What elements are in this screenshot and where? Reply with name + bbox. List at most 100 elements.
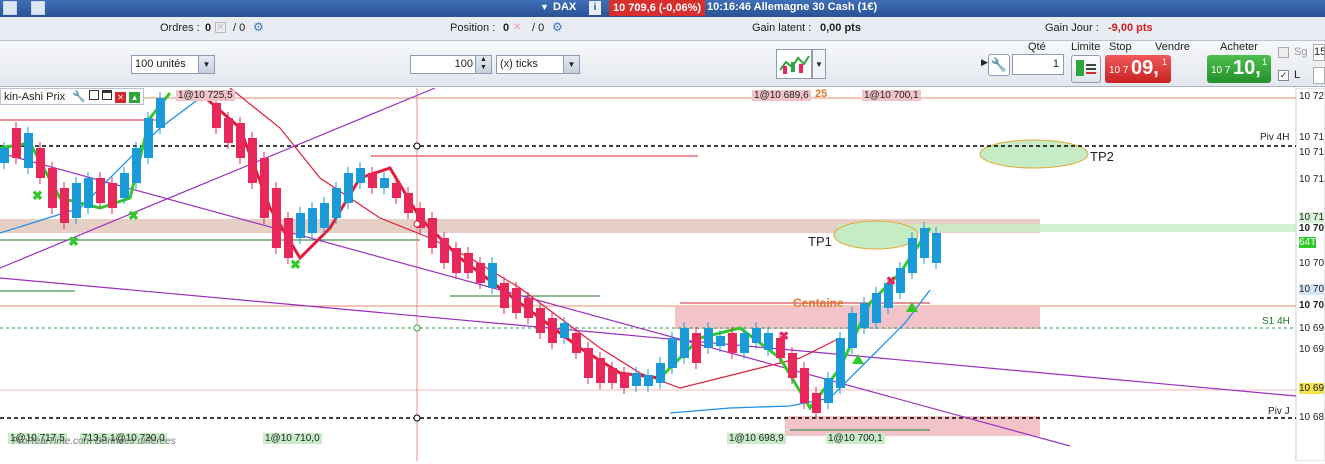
qte-label: Qté xyxy=(1028,41,1046,53)
window-grid-icon[interactable] xyxy=(31,1,45,15)
candle-body xyxy=(848,313,857,348)
chart-type-button[interactable] xyxy=(776,49,812,79)
axis-tick: 64T xyxy=(1299,237,1317,248)
sell-price-main: 09, xyxy=(1131,57,1159,79)
chevron-down-icon[interactable]: ▼ xyxy=(198,56,214,73)
axis-tick: 10 70 xyxy=(1299,300,1325,311)
axis-tick: 10 70 xyxy=(1299,223,1325,234)
price-chart[interactable]: ✖ ✖ ✖ ✖ ✖ ✖ kin-Ashi Prix 🔧 ✕ ▲ 1@10 725… xyxy=(0,87,1325,462)
gain-latent-value: 0,00 pts xyxy=(820,22,861,34)
order-tag[interactable]: 1@10 700,1 xyxy=(862,90,921,101)
axis-tick: 10 69 xyxy=(1299,383,1325,394)
gain-latent-label: Gain latent : xyxy=(752,22,812,34)
buy-signal-marker: ✖ xyxy=(68,234,79,249)
candle-body xyxy=(156,98,165,128)
candle-body xyxy=(260,158,269,218)
window-menu-icon[interactable] xyxy=(3,1,17,15)
candle-body xyxy=(368,173,377,188)
buy-price-prefix: 10 7 xyxy=(1211,65,1231,76)
dropdown-arrow-icon[interactable]: ▼ xyxy=(540,2,549,12)
quantity-value: 100 xyxy=(454,58,473,70)
candle-body xyxy=(212,103,221,128)
buy-signal-marker: ✖ xyxy=(290,257,301,272)
candle-body xyxy=(308,208,317,233)
candle-body xyxy=(108,183,117,208)
tp2-label: TP2 xyxy=(1090,149,1114,164)
close-indicator-icon[interactable]: ✕ xyxy=(115,92,127,103)
buy-price-main: 10, xyxy=(1233,57,1261,79)
price-change-badge: 10 709,6 (-0,06%) xyxy=(609,0,706,16)
quantity-input-value: 1 xyxy=(1052,58,1059,70)
candle-body xyxy=(584,348,593,378)
candle-body xyxy=(224,118,233,143)
collapse-panel-icon[interactable]: ▶ xyxy=(981,57,988,68)
acheter-label: Acheter xyxy=(1220,41,1258,53)
chart-canvas[interactable]: ✖ ✖ ✖ ✖ ✖ ✖ xyxy=(0,87,1325,462)
candle-body xyxy=(872,293,881,323)
window-icon[interactable] xyxy=(102,90,113,100)
quantity-stepper[interactable]: 100 ▲ ▼ xyxy=(410,55,492,74)
axis-tick: 10 69 xyxy=(1299,344,1325,355)
price-axis[interactable]: 10 72 10 71 10 71 10 71 10 71 10 70 64T … xyxy=(1297,88,1325,461)
candle-body xyxy=(72,183,81,218)
candle-body xyxy=(24,133,33,168)
candle-body xyxy=(60,188,69,223)
quantity-input[interactable]: 1 xyxy=(1012,54,1064,75)
candle-body xyxy=(548,318,557,343)
candle-body xyxy=(248,138,257,183)
sell-button[interactable]: 10 7 09, 1 xyxy=(1105,55,1171,83)
cancel-orders-icon[interactable]: ✕ xyxy=(215,22,226,33)
tick-select[interactable]: (x) ticks ▼ xyxy=(496,55,580,74)
candle-body xyxy=(12,128,21,158)
pivj-label: Piv J xyxy=(1268,406,1290,417)
axis-tick: 10 68 xyxy=(1299,412,1325,423)
order-tag[interactable]: 1@10 698,9 xyxy=(727,433,786,444)
candle-body xyxy=(96,178,105,203)
cursor-dot xyxy=(413,324,421,332)
sell-price-fraction: 1 xyxy=(1161,57,1167,67)
sg-input[interactable]: 15 xyxy=(1313,44,1325,61)
candle-body xyxy=(320,203,329,228)
candle-body xyxy=(668,338,677,368)
candle-body xyxy=(36,148,45,178)
order-tag[interactable]: 1@10 725,5 xyxy=(176,90,235,101)
limit-order-button[interactable] xyxy=(1071,55,1101,83)
candle-body xyxy=(464,253,473,273)
indicator-settings-icon[interactable]: 🔧 xyxy=(72,91,86,103)
candle-body xyxy=(764,333,773,350)
order-tag[interactable]: 1@10 689,6 xyxy=(752,90,811,101)
order-tag[interactable]: 1@10 700,1 xyxy=(826,433,885,444)
chart-type-dropdown[interactable]: ▼ xyxy=(812,49,826,79)
candle-body xyxy=(132,148,141,183)
axis-tick: 10 71 xyxy=(1299,132,1325,143)
maximize-icon[interactable] xyxy=(88,90,99,100)
move-up-icon[interactable]: ▲ xyxy=(129,92,141,103)
info-icon[interactable]: i xyxy=(589,1,601,15)
axis-tick: 10 72 xyxy=(1299,91,1325,102)
position-settings-icon[interactable]: ⚙ xyxy=(552,20,563,34)
buy-button[interactable]: 10 7 10, 1 xyxy=(1207,55,1271,83)
wrench-button[interactable]: 🔧 xyxy=(988,54,1010,76)
sg-checkbox[interactable] xyxy=(1278,47,1289,58)
stepper-arrows-icon[interactable]: ▲ ▼ xyxy=(475,56,491,73)
chevron-down-icon[interactable]: ▼ xyxy=(563,56,579,73)
candle-body xyxy=(120,173,129,198)
close-position-icon[interactable]: ✕ xyxy=(513,22,521,33)
l-checkbox[interactable]: ✓ xyxy=(1278,70,1289,81)
candle-body xyxy=(48,168,57,208)
l-input[interactable] xyxy=(1313,67,1325,84)
candle-body xyxy=(812,393,821,413)
candle-body xyxy=(524,298,533,318)
instrument-short-name: DAX xyxy=(553,1,577,13)
units-select[interactable]: 100 unités ▼ xyxy=(131,55,215,74)
candle-body xyxy=(716,336,725,346)
candle-body xyxy=(428,218,437,248)
gain-jour-label: Gain Jour : xyxy=(1045,22,1099,34)
candle-body xyxy=(644,375,653,386)
axis-tick: 10 71 xyxy=(1299,174,1325,185)
orders-settings-icon[interactable]: ⚙ xyxy=(253,20,264,34)
orders-label: Ordres : xyxy=(160,22,200,34)
indicator-legend[interactable]: kin-Ashi Prix 🔧 ✕ ▲ xyxy=(0,88,145,105)
order-tag[interactable]: 1@10 710,0 xyxy=(263,433,322,444)
candle-body xyxy=(536,308,545,333)
